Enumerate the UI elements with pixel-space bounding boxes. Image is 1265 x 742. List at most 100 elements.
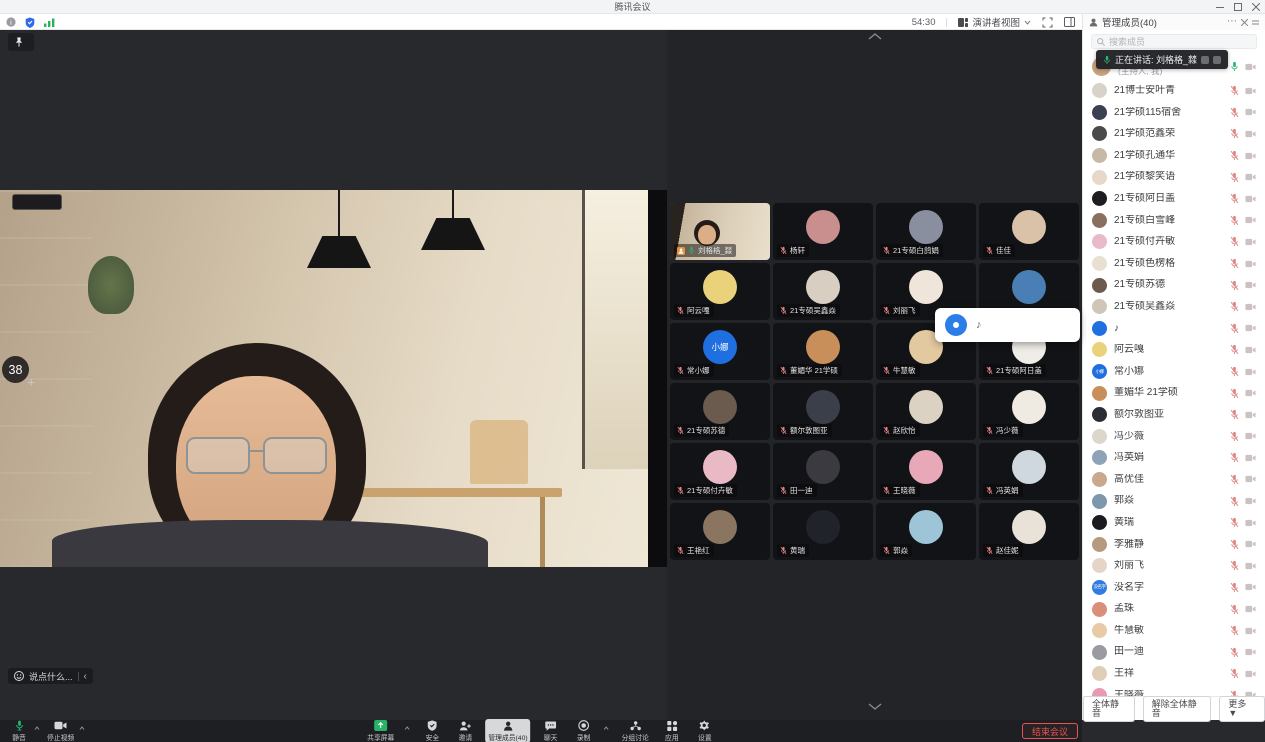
member-row[interactable]: 没名字没名字 (1083, 577, 1265, 599)
member-row[interactable]: 牛慧敏 (1083, 620, 1265, 642)
panel-more-icon[interactable]: ⋯ (1227, 17, 1237, 27)
security-button[interactable]: 安全 (419, 719, 445, 742)
participant-tile[interactable]: 21专硕白鸽娟 (876, 203, 976, 260)
member-row[interactable]: 冯英娟 (1083, 447, 1265, 469)
scroll-up-icon[interactable] (867, 33, 882, 40)
tile-name-badge: 21专硕白鸽娟 (880, 244, 943, 257)
participant-tile[interactable]: 王艳红 (670, 503, 770, 560)
member-row[interactable]: 21专硕白雪峰 (1083, 210, 1265, 232)
signal-icon[interactable] (44, 18, 55, 27)
camera-icon (1245, 627, 1256, 635)
participant-tile[interactable]: 21专硕苏德 (670, 383, 770, 440)
unpin-button[interactable] (8, 33, 34, 51)
member-row[interactable]: 21博士安叶青 (1083, 80, 1265, 102)
record-options-caret[interactable] (604, 726, 610, 730)
member-row[interactable]: 黄瑞 (1083, 512, 1265, 534)
cursor-crosshair: + (27, 374, 35, 390)
member-row[interactable]: 21专硕苏德 (1083, 274, 1265, 296)
participant-tile[interactable]: 阿云嘎 (670, 263, 770, 320)
participant-tile[interactable]: 田一迪 (773, 443, 873, 500)
member-row[interactable]: 21学硕孔通华 (1083, 145, 1265, 167)
panel-close-icon[interactable] (1241, 19, 1248, 26)
participant-tile[interactable]: 郭焱 (876, 503, 976, 560)
member-row[interactable]: 郭焱 (1083, 490, 1265, 512)
member-row[interactable]: 王祥 (1083, 663, 1265, 685)
caption-input[interactable]: 说点什么... ‹ (8, 668, 93, 684)
participant-tile[interactable]: 杨轩 (773, 203, 873, 260)
member-row[interactable]: 21专硕付卉敏 (1083, 231, 1265, 253)
end-meeting-button[interactable]: 结束会议 (1022, 723, 1078, 739)
speaker-video[interactable]: 38 + 说点什么... ‹ (0, 30, 667, 720)
minimize-icon[interactable] (1216, 3, 1224, 11)
maximize-icon[interactable] (1234, 3, 1242, 11)
member-row[interactable]: 阿云嘎 (1083, 339, 1265, 361)
avatar (1092, 234, 1107, 249)
manage-members-button[interactable]: 管理成员(40) (485, 719, 530, 742)
member-row[interactable]: 21学硕115宿舍 (1083, 102, 1265, 124)
participant-tile[interactable]: 21专硕吴鑫焱 (773, 263, 873, 320)
member-row[interactable]: 冯少薇 (1083, 426, 1265, 448)
fullscreen-icon[interactable] (1042, 17, 1053, 28)
scroll-down-icon[interactable] (867, 703, 882, 710)
share-options-caret[interactable] (404, 726, 410, 730)
mute-all-button[interactable]: 全体静音 (1083, 696, 1135, 722)
collapse-caption-icon[interactable]: ‹ (84, 671, 87, 682)
avatar (909, 450, 943, 484)
member-row[interactable]: 21专硕吴鑫焱 (1083, 296, 1265, 318)
more-button[interactable]: 更多 ▼ (1219, 696, 1265, 722)
breakout-rooms-button[interactable]: 分组讨论 (619, 719, 652, 742)
mic-off-icon (677, 546, 684, 555)
chat-button[interactable]: 聊天 (538, 719, 564, 742)
share-screen-button[interactable]: 共享屏幕 (364, 719, 397, 742)
member-row[interactable]: 21学硕黎笑语 (1083, 166, 1265, 188)
member-row[interactable]: 21专硕阿日盖 (1083, 188, 1265, 210)
participant-tile[interactable]: 额尔敦图亚 (773, 383, 873, 440)
participant-tile[interactable]: 王晓薇 (876, 443, 976, 500)
member-row[interactable]: 田一迪 (1083, 641, 1265, 663)
participant-tile[interactable]: 赵欣怡 (876, 383, 976, 440)
member-row[interactable]: 孟珠 (1083, 598, 1265, 620)
avatar (1012, 390, 1046, 424)
view-switcher[interactable]: 演讲者视图 (958, 15, 1031, 29)
participant-tile[interactable]: 黄瑞 (773, 503, 873, 560)
participant-tile[interactable]: 赵佳妮 (979, 503, 1079, 560)
shield-icon[interactable] (25, 17, 35, 28)
member-row[interactable]: 额尔敦图亚 (1083, 404, 1265, 426)
participant-tile[interactable]: 董媚华 21学硕 (773, 323, 873, 380)
member-row[interactable]: 21专硕色楞格 (1083, 253, 1265, 275)
participant-tile[interactable]: 冯英娟 (979, 443, 1079, 500)
member-row[interactable]: 刘丽飞 (1083, 555, 1265, 577)
participant-tile[interactable]: 佳佳 (979, 203, 1079, 260)
mute-button[interactable]: 静音 (6, 719, 32, 742)
video-options-caret[interactable] (79, 726, 85, 730)
avatar (909, 210, 943, 244)
settings-button[interactable]: 设置 (692, 719, 718, 742)
record-button[interactable]: 录制 (571, 719, 597, 742)
member-row[interactable]: 李雅静 (1083, 533, 1265, 555)
member-row[interactable]: 21学硕范鑫荣 (1083, 123, 1265, 145)
side-panel-icon[interactable] (1064, 17, 1075, 27)
member-row[interactable]: 高优佳 (1083, 469, 1265, 491)
panel-resize-icon[interactable] (1252, 19, 1259, 26)
tile-name: 常小娜 (687, 365, 710, 376)
close-icon[interactable] (1252, 3, 1260, 11)
participant-tile[interactable]: 小娜常小娜 (670, 323, 770, 380)
count-overlay: 38 (2, 356, 29, 383)
member-row[interactable]: 王晓薇 (1083, 685, 1265, 696)
stop-video-button[interactable]: 停止视频 (44, 719, 77, 742)
invite-label: 邀请 (459, 732, 473, 742)
participant-tile[interactable]: 冯少薇 (979, 383, 1079, 440)
participant-tile[interactable]: 21专硕付卉敏 (670, 443, 770, 500)
mic-options-caret[interactable] (34, 726, 40, 730)
info-icon[interactable]: i (6, 17, 16, 27)
participant-tile[interactable]: 刘格格_㵘 (670, 203, 770, 260)
unmute-all-button[interactable]: 解除全体静音 (1143, 696, 1212, 722)
share-screen-label: 共享屏幕 (367, 732, 394, 742)
apps-button[interactable]: 应用 (659, 719, 685, 742)
search-input[interactable]: 搜索成员 (1091, 34, 1257, 49)
mic-off-icon (986, 426, 993, 435)
member-row[interactable]: ♪ (1083, 318, 1265, 340)
member-row[interactable]: 董媚华 21学硕 (1083, 382, 1265, 404)
invite-button[interactable]: 邀请 (452, 719, 478, 742)
member-row[interactable]: 小娜常小娜 (1083, 361, 1265, 383)
